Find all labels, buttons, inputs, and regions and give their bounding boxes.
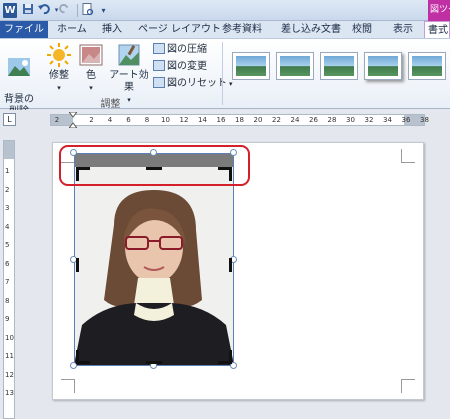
- tab-home[interactable]: ホーム: [57, 21, 87, 38]
- reset-picture-icon: [153, 77, 165, 88]
- tab-picture-format[interactable]: 書式: [424, 21, 450, 38]
- picture-style-2[interactable]: [276, 52, 314, 80]
- crop-handle-left[interactable]: [76, 258, 79, 272]
- ruler-tick-label: 20: [253, 116, 263, 124]
- ruler-tick-label: 4: [5, 222, 10, 231]
- compress-label: 図の圧縮: [167, 44, 207, 55]
- ruler-tick-label: 12: [5, 370, 14, 379]
- sun-icon: [47, 43, 71, 67]
- context-tab-group-label: 図ツール: [428, 0, 450, 21]
- tab-review[interactable]: 校閲: [352, 21, 372, 38]
- ruler-tick-label: 3: [5, 204, 10, 212]
- reset-picture-button[interactable]: 図のリセット ▾: [153, 76, 233, 91]
- ribbon: 背景の 削除 修整 ▾ 色 ▾ アート効果 ▾ 図の圧縮 図の変更 図のリセット…: [0, 38, 450, 117]
- ruler-tick-label: 18: [235, 116, 244, 124]
- tab-references[interactable]: 参考資料: [222, 21, 262, 38]
- ruler-tick-label: 30: [346, 116, 355, 124]
- ruler-tick-label: 2: [5, 185, 10, 194]
- crop-handle-bottom[interactable]: [146, 361, 162, 364]
- ruler-tick-label: 12: [179, 116, 189, 124]
- remove-background-icon: [8, 58, 30, 76]
- ruler-tick-label: 10: [5, 333, 14, 342]
- corrections-dropdown-icon: ▾: [57, 84, 61, 92]
- adjust-group-label: 調整: [100, 99, 121, 110]
- change-picture-button[interactable]: 図の変更: [153, 59, 207, 74]
- tab-file[interactable]: ファイル: [0, 21, 48, 38]
- qat-separator: [77, 4, 78, 17]
- tab-view[interactable]: 表示: [393, 21, 413, 38]
- indent-marker-icon[interactable]: [69, 112, 77, 128]
- ruler-tick-label: 26: [309, 116, 318, 124]
- color-dropdown-icon: ▾: [89, 84, 93, 92]
- corrections-button[interactable]: 修整 ▾: [44, 42, 74, 94]
- save-icon[interactable]: [20, 3, 35, 18]
- horizontal-ruler[interactable]: 2 2 4 6 8 10 12 14 16 18 20 22 24 26 28 30 32 34 36 38: [50, 112, 429, 128]
- ruler-tick-label: 7: [5, 278, 10, 286]
- picture-style-1[interactable]: [232, 52, 270, 80]
- customize-qat-icon[interactable]: ▾: [96, 3, 111, 18]
- ruler-tick-label: 24: [290, 116, 300, 124]
- ruler-tick-label: 34: [383, 116, 392, 124]
- ribbon-tabs: ファイル ホーム 挿入 ページ レイアウト 参考資料 差し込み文書 校閲 表示 …: [0, 21, 450, 38]
- ruler-tick-label: 13: [5, 389, 14, 397]
- ruler-tick-label: 11: [5, 352, 14, 360]
- ruler-tick-label: 14: [198, 116, 207, 124]
- tab-insert[interactable]: 挿入: [102, 21, 122, 38]
- page-crop-mark: [401, 149, 415, 163]
- ruler-tick-label: 2: [89, 116, 94, 124]
- redo-icon[interactable]: [57, 3, 72, 18]
- compress-icon: [153, 43, 165, 54]
- picture-styles-gallery: [227, 44, 450, 92]
- crop-handle-right[interactable]: [229, 258, 232, 272]
- ruler-tick-label: 38: [420, 116, 429, 124]
- picture-style-3[interactable]: [320, 52, 358, 80]
- picture-style-5[interactable]: [408, 52, 446, 80]
- tab-mailings[interactable]: 差し込み文書: [281, 21, 341, 38]
- corrections-label: 修整: [49, 70, 69, 81]
- change-picture-icon: [153, 60, 165, 71]
- ruler-tick-label: 10: [161, 116, 170, 124]
- color-button[interactable]: 色 ▾: [78, 42, 104, 94]
- ruler-tick-label: 6: [5, 259, 10, 268]
- change-picture-label: 図の変更: [167, 61, 207, 72]
- top-margin-area: [4, 141, 14, 159]
- ruler-tick-label: 8: [144, 116, 150, 124]
- ruler-tick-label: 1: [5, 167, 10, 175]
- ruler-tick-label: 4: [107, 116, 113, 124]
- print-preview-icon[interactable]: [80, 3, 95, 18]
- ruler-tick-label: 28: [327, 116, 337, 124]
- ruler-row: L 2 2 4 6 8 10 12 14 16 18 20 22 24 26 28 30 32 34 36 38: [0, 110, 450, 131]
- ruler-tick-label: 2: [54, 116, 60, 124]
- picture-style-4[interactable]: [364, 52, 402, 80]
- tab-page-layout[interactable]: ページ レイアウト: [138, 21, 221, 38]
- crop-handle-bottom-right[interactable]: [229, 350, 232, 364]
- palette-icon: [79, 44, 103, 66]
- ruler-tick-label: 9: [5, 315, 10, 323]
- ruler-tick-label: 32: [364, 116, 374, 124]
- word-app-icon[interactable]: W: [3, 3, 17, 18]
- tab-selector[interactable]: L: [3, 113, 16, 126]
- group-separator: [222, 42, 223, 105]
- artistic-effects-label: アート効果: [109, 70, 149, 93]
- page-crop-mark: [401, 379, 415, 393]
- crop-handle-bottom-left[interactable]: [76, 350, 79, 364]
- ruler-tick-label: 6: [126, 116, 131, 124]
- color-label: 色: [86, 70, 96, 81]
- ruler-tick-label: 36: [401, 116, 411, 124]
- ruler-tick-label: 5: [5, 241, 10, 249]
- compress-pictures-button[interactable]: 図の圧縮: [153, 42, 207, 57]
- red-highlight-annotation: [59, 145, 250, 186]
- page-crop-mark: [61, 379, 75, 393]
- reset-picture-label: 図のリセット: [167, 78, 227, 89]
- title-bar: W ▾ ▾ 図ツール: [0, 0, 450, 21]
- ruler-tick-label: 8: [5, 296, 10, 305]
- ruler-tick-label: 16: [216, 116, 226, 124]
- brush-icon: [118, 44, 140, 66]
- vertical-ruler[interactable]: 1 2 3 4 5 6 7 8 9 10 11 12 13: [3, 140, 15, 419]
- ruler-tick-label: 22: [272, 116, 281, 124]
